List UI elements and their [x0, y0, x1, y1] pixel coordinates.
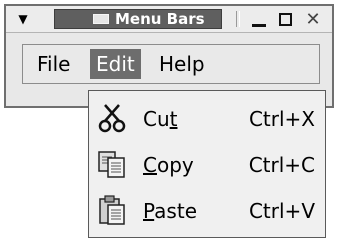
maximize-icon[interactable]	[276, 10, 294, 28]
scissors-icon	[98, 104, 126, 133]
title-bar: ▼ Menu Bars ✕	[6, 6, 332, 33]
close-icon[interactable]: ✕	[304, 9, 322, 30]
menu-item-label: Paste	[143, 199, 197, 223]
window-title[interactable]: Menu Bars	[54, 9, 222, 29]
shortcut-label: Ctrl+V	[248, 199, 315, 223]
menu-item-copy[interactable]: Copy Ctrl+C	[89, 143, 325, 187]
title-separator	[236, 11, 240, 27]
menu-file[interactable]: File	[31, 49, 76, 79]
menu-item-cut[interactable]: Cut Ctrl+X	[89, 97, 325, 141]
menu-item-label: Copy	[143, 153, 194, 177]
window-menu-arrow-icon[interactable]: ▼	[14, 10, 32, 28]
edit-dropdown-menu: Cut Ctrl+X Copy Ctrl+C Paste Ctrl+V	[88, 90, 326, 238]
window-title-text: Menu Bars	[115, 10, 205, 28]
window-icon	[93, 14, 109, 24]
shortcut-label: Ctrl+X	[248, 107, 315, 131]
paste-icon	[99, 195, 125, 225]
menu-edit[interactable]: Edit	[90, 49, 141, 79]
copy-icon	[98, 151, 125, 178]
menu-item-paste[interactable]: Paste Ctrl+V	[89, 189, 325, 233]
menu-bar: File Edit Help	[22, 44, 320, 84]
menu-help[interactable]: Help	[153, 49, 211, 79]
shortcut-label: Ctrl+C	[248, 153, 315, 177]
minimize-icon[interactable]	[250, 10, 268, 28]
menu-item-label: Cut	[143, 107, 178, 131]
